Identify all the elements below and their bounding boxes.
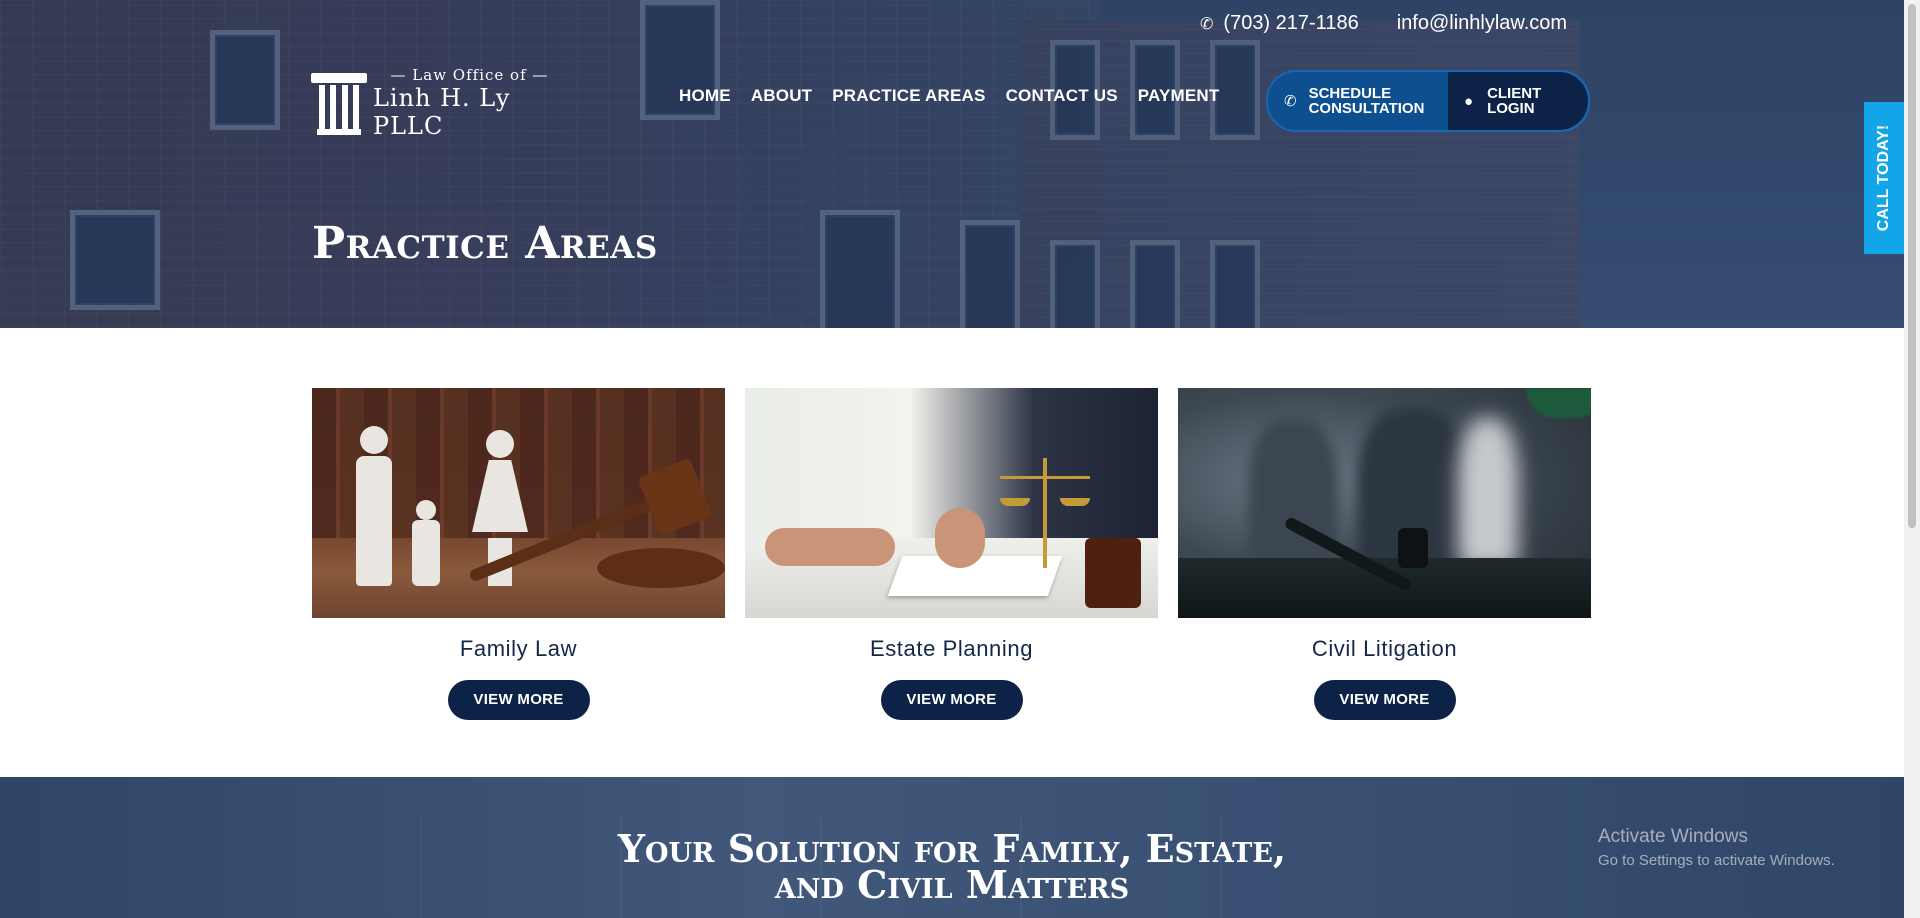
family-law-image[interactable]	[312, 388, 725, 618]
phone-number: (703) 217-1186	[1223, 12, 1359, 34]
call-today-tab[interactable]: CALL TODAY!	[1864, 102, 1904, 254]
schedule-consultation-label: SCHEDULE CONSULTATION	[1308, 85, 1425, 117]
email-link[interactable]: info@linhlylaw.com	[1397, 12, 1567, 35]
activate-windows-title: Activate Windows	[1598, 826, 1748, 847]
site-logo[interactable]: — Law Office of — Linh H. Ly PLLC	[311, 66, 566, 140]
view-more-button-family-law[interactable]: VIEW MORE	[447, 680, 590, 720]
view-more-button-estate-planning[interactable]: VIEW MORE	[880, 680, 1023, 720]
schedule-consultation-button[interactable]: ✆ SCHEDULE CONSULTATION	[1268, 72, 1448, 130]
activate-windows-subtitle: Go to Settings to activate Windows.	[1598, 852, 1835, 869]
scrollbar-thumb[interactable]	[1908, 4, 1916, 528]
logo-line-2: Linh H. Ly PLLC	[372, 84, 511, 140]
nav-practice-areas[interactable]: PRACTICE AREAS	[832, 86, 985, 106]
practice-card-title: Civil Litigation	[1311, 636, 1458, 661]
view-more-button-civil-litigation[interactable]: VIEW MORE	[1313, 680, 1456, 720]
estate-planning-image[interactable]	[745, 388, 1158, 618]
main-nav: HOME ABOUT PRACTICE AREAS CONTACT US PAY…	[679, 86, 1219, 106]
practice-card-title: Family Law	[459, 636, 578, 661]
practice-card-civil-litigation: Civil Litigation VIEW MORE	[1178, 388, 1591, 720]
user-icon: ●	[1464, 92, 1474, 110]
page-scrollbar[interactable]	[1904, 0, 1920, 918]
client-login-label: CLIENT LOGIN	[1487, 85, 1542, 117]
header-cta-group: ✆ SCHEDULE CONSULTATION ● CLIENT LOGIN	[1266, 70, 1590, 132]
nav-home[interactable]: HOME	[679, 86, 731, 106]
phone-icon: ✆	[1284, 93, 1297, 110]
pillar-icon	[311, 69, 367, 137]
call-today-label: CALL TODAY!	[1875, 124, 1893, 232]
activate-windows-watermark: Activate Windows Go to Settings to activ…	[1598, 826, 1835, 869]
nav-contact-us[interactable]: CONTACT US	[1006, 86, 1118, 106]
practice-card-title: Estate Planning	[869, 636, 1034, 661]
phone-icon: ✆	[1200, 15, 1214, 33]
hero-section: ✆ (703) 217-1186 info@linhlylaw.com — La…	[0, 0, 1904, 328]
phone-link[interactable]: ✆ (703) 217-1186	[1200, 12, 1359, 35]
logo-text: — Law Office of — Linh H. Ly PLLC	[373, 66, 566, 140]
contact-topbar: ✆ (703) 217-1186 info@linhlylaw.com	[1200, 12, 1567, 35]
practice-areas-grid: Family Law VIEW MORE Estate Planning VIE…	[312, 388, 1591, 720]
nav-payment[interactable]: PAYMENT	[1138, 86, 1220, 106]
email-address: info@linhlylaw.com	[1396, 12, 1568, 34]
nav-about[interactable]: ABOUT	[751, 86, 812, 106]
hero-overlay	[0, 0, 1904, 328]
client-login-button[interactable]: ● CLIENT LOGIN	[1448, 72, 1588, 130]
civil-litigation-image[interactable]	[1178, 388, 1591, 618]
banner-heading-line-2: and Civil Matters	[774, 862, 1130, 907]
practice-card-family-law: Family Law VIEW MORE	[312, 388, 725, 720]
page-title: Practice Areas	[312, 218, 658, 269]
practice-card-estate-planning: Estate Planning VIEW MORE	[745, 388, 1158, 720]
logo-line-1: — Law Office of —	[390, 66, 549, 84]
